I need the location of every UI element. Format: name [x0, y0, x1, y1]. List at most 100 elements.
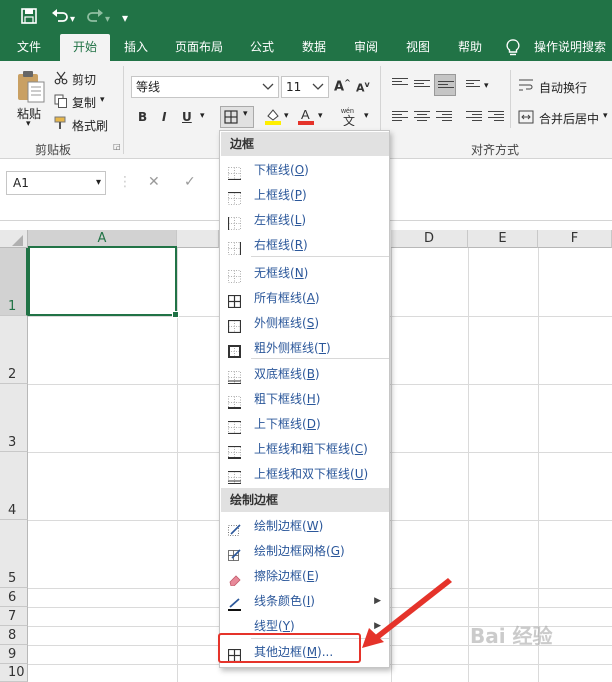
row-header-2[interactable]: 2: [0, 316, 28, 384]
orientation-icon[interactable]: [466, 80, 482, 92]
select-all-corner[interactable]: [0, 230, 28, 248]
menu-item-thick-bottom-border[interactable]: 粗下框线(H): [221, 387, 389, 412]
tab-help[interactable]: 帮助: [449, 34, 491, 61]
font-name-combo[interactable]: 等线: [131, 76, 279, 98]
menu-item-no-border[interactable]: 无框线(N): [221, 261, 389, 286]
menu-item-top-border[interactable]: 上框线(P): [221, 183, 389, 208]
name-box[interactable]: A1 ▾: [6, 171, 106, 195]
row-header-3[interactable]: 3: [0, 384, 28, 452]
bottom-align-icon: [438, 81, 454, 93]
row-header-1[interactable]: 1: [0, 248, 28, 316]
bottom-border-icon: [228, 164, 241, 181]
chevron-down-icon: [312, 77, 324, 103]
menu-item-outside-borders[interactable]: 外侧框线(S): [221, 311, 389, 336]
undo-dropdown-icon[interactable]: ▾: [70, 10, 75, 30]
cut-button[interactable]: 剪切: [72, 71, 96, 88]
svg-text:文: 文: [343, 113, 355, 126]
underline-dropdown-icon[interactable]: ▾: [200, 111, 205, 121]
menu-item-line-color[interactable]: 线条颜色(I) ▶: [221, 589, 389, 614]
menu-item-all-borders[interactable]: 所有框线(A): [221, 286, 389, 311]
paste-icon[interactable]: [15, 70, 47, 107]
row-header-9[interactable]: 9: [0, 645, 28, 664]
menu-item-top-double-bottom-border[interactable]: 上框线和双下框线(U): [221, 462, 389, 487]
fill-color-icon[interactable]: [265, 107, 281, 128]
menu-item-erase-border[interactable]: 擦除边框(E): [221, 564, 389, 589]
tab-file[interactable]: 文件: [6, 34, 52, 61]
align-right-icon[interactable]: [436, 111, 452, 123]
customize-icon[interactable]: ▾: [122, 8, 128, 28]
menu-item-draw-border-grid[interactable]: 绘制边框网格(G): [221, 539, 389, 564]
selected-cell-a1[interactable]: [28, 246, 179, 318]
italic-button[interactable]: I: [162, 110, 166, 124]
lightbulb-icon: [506, 39, 520, 63]
tab-data[interactable]: 数据: [293, 34, 335, 61]
menu-item-label: 双底框线(B): [254, 367, 320, 381]
row-header-5[interactable]: 5: [0, 520, 28, 588]
copy-button[interactable]: 复制: [72, 94, 96, 111]
column-header-d[interactable]: D: [391, 230, 468, 248]
undo-icon[interactable]: [50, 7, 70, 30]
tab-review[interactable]: 审阅: [345, 34, 387, 61]
column-header-b[interactable]: [177, 230, 219, 248]
watermark-logo: Bai 经验: [470, 624, 553, 648]
wrap-text-button[interactable]: 自动换行: [539, 79, 587, 96]
bottom-align-button[interactable]: [434, 74, 456, 96]
column-header-e[interactable]: E: [468, 230, 538, 248]
menu-item-top-bottom-border[interactable]: 上下框线(D): [221, 412, 389, 437]
menu-item-label: 外侧框线(S): [254, 316, 319, 330]
font-size-combo[interactable]: 11: [281, 76, 329, 98]
borders-button[interactable]: ▾: [220, 106, 254, 128]
menu-item-draw-border[interactable]: 绘制边框(W): [221, 514, 389, 539]
cancel-formula-button[interactable]: ✕: [148, 174, 160, 190]
tell-me-search[interactable]: 操作说明搜索: [528, 34, 612, 61]
merge-center-button[interactable]: 合并后居中: [539, 110, 599, 127]
line-color-icon: [228, 595, 241, 611]
tab-page-layout[interactable]: 页面布局: [167, 34, 231, 61]
row-header-8[interactable]: 8: [0, 626, 28, 645]
tab-insert[interactable]: 插入: [115, 34, 157, 61]
align-left-icon[interactable]: [392, 111, 408, 123]
format-painter-button[interactable]: 格式刷: [72, 117, 108, 134]
row-header-4[interactable]: 4: [0, 452, 28, 520]
increase-indent-icon[interactable]: [488, 111, 504, 123]
tab-formulas[interactable]: 公式: [241, 34, 283, 61]
column-header-f[interactable]: F: [538, 230, 612, 248]
menu-item-bottom-border[interactable]: 下框线(O): [221, 158, 389, 183]
font-color-icon[interactable]: A: [298, 107, 314, 128]
top-align-icon[interactable]: [392, 78, 408, 90]
decrease-indent-icon[interactable]: [466, 111, 482, 123]
paste-dropdown-icon[interactable]: ▾: [26, 119, 31, 129]
tab-home[interactable]: 开始: [60, 34, 110, 61]
top-double-bottom-border-icon: [228, 468, 241, 484]
menu-item-left-border[interactable]: 左框线(L): [221, 208, 389, 233]
underline-button[interactable]: U: [182, 110, 192, 124]
clipboard-launcher-icon[interactable]: ◲: [113, 142, 121, 151]
merge-dropdown-icon[interactable]: ▾: [603, 111, 608, 121]
menu-item-label: 右框线(R): [254, 238, 308, 252]
top-thick-bottom-border-icon: [228, 443, 241, 459]
menu-item-right-border[interactable]: 右框线(R): [221, 233, 389, 258]
row-header-7[interactable]: 7: [0, 607, 28, 626]
middle-align-icon[interactable]: [414, 80, 430, 92]
fill-color-dropdown-icon[interactable]: ▾: [284, 111, 289, 121]
orientation-dropdown-icon[interactable]: ▾: [484, 81, 489, 91]
save-icon[interactable]: [20, 7, 38, 30]
copy-dropdown-icon[interactable]: ▾: [100, 95, 105, 105]
row-header-6[interactable]: 6: [0, 588, 28, 607]
menu-item-bottom-double-border[interactable]: 双底框线(B): [221, 362, 389, 387]
tab-view[interactable]: 视图: [397, 34, 439, 61]
enter-formula-button[interactable]: ✓: [184, 174, 196, 190]
bold-button[interactable]: B: [138, 110, 147, 124]
phonetic-guide-icon[interactable]: wén 文: [340, 106, 362, 129]
redo-icon[interactable]: [85, 7, 105, 30]
phonetic-dropdown-icon[interactable]: ▾: [364, 111, 369, 121]
menu-item-top-thick-bottom-border[interactable]: 上框线和粗下框线(C): [221, 437, 389, 462]
row-header-10[interactable]: 10: [0, 664, 28, 682]
submenu-arrow-icon: ▶: [374, 596, 381, 606]
font-color-dropdown-icon[interactable]: ▾: [318, 111, 323, 121]
menu-item-label: 上框线(P): [254, 188, 307, 202]
redo-dropdown-icon[interactable]: ▾: [105, 10, 110, 30]
align-center-icon[interactable]: [414, 111, 430, 123]
shrink-font-icon[interactable]: Av: [356, 80, 370, 95]
grow-font-icon[interactable]: A^: [334, 78, 351, 94]
